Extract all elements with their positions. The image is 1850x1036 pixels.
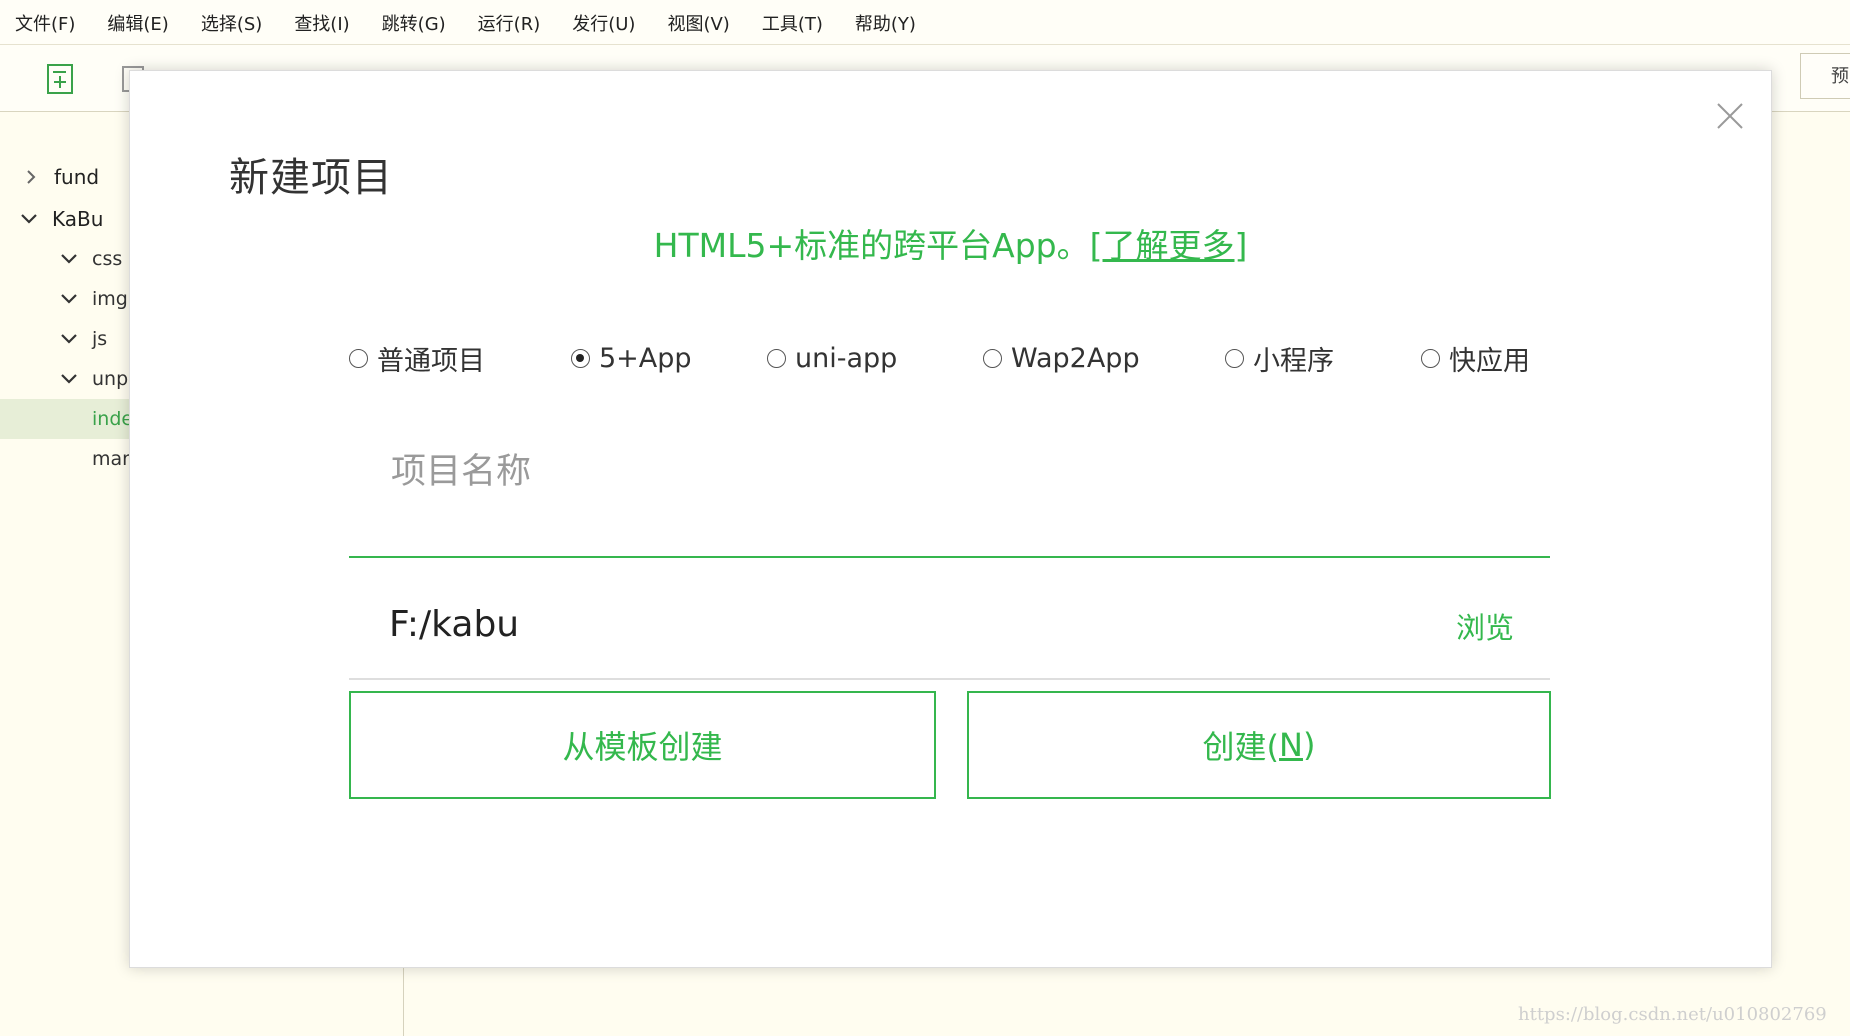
radio-label: 普通项目 [377,345,485,377]
radio-label: Wap2App [1011,342,1140,374]
new-project-dialog: 新建项目 HTML5+标准的跨平台App。[了解更多] 普通项目 5+App u… [129,70,1772,968]
menu-help[interactable]: 帮助(Y) [839,0,932,44]
chevron-down-icon[interactable] [58,248,80,270]
button-accesskey: N [1279,726,1303,764]
radio-circle[interactable] [767,348,786,368]
new-file-icon[interactable] [46,63,76,95]
radio-label: 小程序 [1253,345,1334,377]
radio-mini-program[interactable]: 小程序 [1225,333,1334,383]
radio-normal-project[interactable]: 普通项目 [349,333,485,383]
radio-uni-app[interactable]: uni-app [767,333,897,383]
tree-item-label: js [92,328,108,350]
project-path-input[interactable]: F:/kabu [389,604,519,645]
menu-bar: 文件(F) 编辑(E) 选择(S) 查找(I) 跳转(G) 运行(R) 发行(U… [0,0,1850,45]
radio-circle[interactable] [983,348,1002,368]
radio-circle[interactable] [1225,348,1244,368]
project-path-field: F:/kabu 浏览 [349,525,1550,680]
tree-item-label: KaBu [52,207,104,231]
dialog-title: 新建项目 [229,155,393,201]
menu-select[interactable]: 选择(S) [185,0,278,44]
project-name-input[interactable] [389,446,1293,498]
radio-circle[interactable] [1421,348,1440,368]
tree-item-label: inde [92,408,134,430]
menu-tools[interactable]: 工具(T) [746,0,839,44]
menu-goto[interactable]: 跳转(G) [366,0,462,44]
chevron-down-icon[interactable] [58,328,80,350]
menu-run[interactable]: 运行(R) [462,0,557,44]
radio-circle[interactable] [349,348,368,368]
radio-label: uni-app [795,342,898,374]
tree-item-label: fund [54,165,100,189]
radio-circle-selected[interactable] [571,348,590,368]
radio-label: 快应用 [1449,345,1530,377]
tree-item-label: unp [92,368,129,390]
radio-quick-app[interactable]: 快应用 [1421,333,1530,383]
create-from-template-button[interactable]: 从模板创建 [349,691,936,799]
menu-edit[interactable]: 编辑(E) [91,0,184,44]
radio-5plus-app[interactable]: 5+App [571,333,692,383]
chevron-right-icon[interactable] [20,166,42,188]
menu-publish[interactable]: 发行(U) [556,0,651,44]
close-icon[interactable] [1710,96,1750,136]
browse-button[interactable]: 浏览 [1456,605,1514,647]
button-label-prefix: 创建( [1202,728,1280,766]
tree-item-label: man [92,448,135,470]
menu-view[interactable]: 视图(V) [651,0,745,44]
menu-file[interactable]: 文件(F) [0,0,91,44]
radio-label: 5+App [599,342,692,374]
button-label: 从模板创建 [562,728,723,766]
chevron-down-icon[interactable] [58,368,80,390]
radio-wap2app[interactable]: Wap2App [983,333,1140,383]
tree-item-label: img [92,288,128,310]
preview-button[interactable]: 预 [1800,53,1850,99]
watermark: https://blog.csdn.net/u010802769 [1518,1004,1827,1025]
chevron-down-icon[interactable] [58,288,80,310]
subtitle-text: HTML5+标准的跨平台App。 [653,226,1090,265]
chevron-down-icon[interactable] [18,208,40,230]
dialog-subtitle: HTML5+标准的跨平台App。[了解更多] [130,219,1771,267]
button-label-suffix: ) [1302,726,1316,764]
tree-item-label: css [92,248,123,270]
learn-more-link[interactable]: [了解更多] [1090,226,1248,265]
create-button[interactable]: 创建(N) [967,691,1551,799]
project-type-radio-group: 普通项目 5+App uni-app Wap2App 小程序 快应用 [349,333,1549,383]
menu-find[interactable]: 查找(I) [278,0,365,44]
